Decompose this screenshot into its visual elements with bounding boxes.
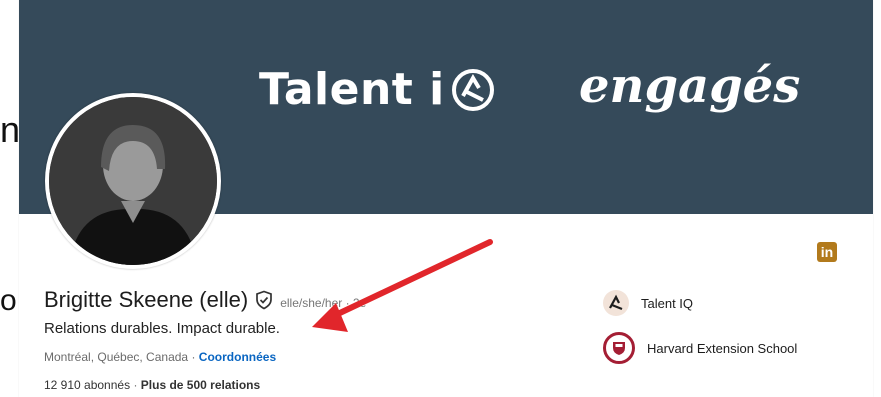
background-text-fragment: n [0, 109, 21, 150]
banner-brand: Talent i [259, 64, 497, 115]
location-row: Montréal, Québec, Canada · Coordonnées [44, 350, 276, 364]
pronouns-connection-degree: elle/she/her · 2e [280, 296, 367, 310]
talent-iq-logo-icon [449, 66, 497, 114]
banner-brand-text: Talent i [259, 64, 445, 115]
screenshot-stage: n o Talent i engagés in Brigitte Skeene … [0, 0, 881, 397]
org-item-talent-iq[interactable]: Talent IQ [603, 290, 693, 316]
profile-photo [49, 97, 217, 265]
separator: · [133, 378, 138, 392]
contact-info-link[interactable]: Coordonnées [199, 350, 276, 364]
profile-card: Talent i engagés in Brigitte Skeene (ell… [19, 0, 873, 397]
verified-shield-icon[interactable] [254, 290, 274, 310]
talent-iq-logo-icon [603, 290, 629, 316]
banner-tagline: engagés [579, 58, 801, 114]
profile-headline: Relations durables. Impact durable. [44, 320, 280, 337]
org-name: Harvard Extension School [647, 340, 798, 356]
org-name: Talent IQ [641, 295, 694, 311]
linkedin-badge-icon[interactable]: in [817, 242, 837, 262]
background-text-fragment: o [0, 284, 17, 317]
followers-count[interactable]: 12 910 abonnés [44, 378, 130, 392]
org-item-harvard[interactable]: Harvard Extension School [603, 332, 797, 364]
avatar[interactable] [45, 93, 221, 269]
connections-count[interactable]: Plus de 500 relations [141, 378, 260, 392]
profile-name: Brigitte Skeene (elle) [44, 287, 249, 312]
stats-row: 12 910 abonnés · Plus de 500 relations [44, 378, 260, 392]
profile-location: Montréal, Québec, Canada [44, 350, 189, 364]
separator: · [191, 350, 196, 364]
harvard-shield-icon [603, 332, 635, 364]
name-row: Brigitte Skeene (elle) elle/she/her · 2e [44, 287, 366, 313]
